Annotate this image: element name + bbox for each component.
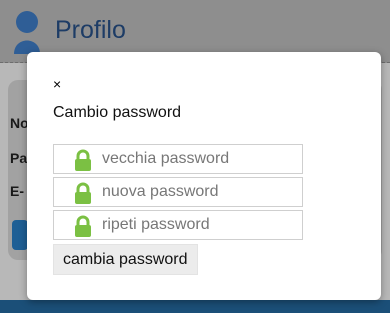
profile-label-password: Pa xyxy=(10,150,28,166)
new-password-input[interactable] xyxy=(102,178,298,206)
user-avatar-icon xyxy=(14,11,40,54)
profile-action-button xyxy=(12,220,28,250)
page-footer xyxy=(0,300,390,313)
lock-icon xyxy=(75,215,91,237)
change-password-modal: × Cambio password cambia password xyxy=(27,52,381,300)
repeat-password-field xyxy=(53,210,303,240)
repeat-password-input[interactable] xyxy=(102,211,298,239)
lock-icon xyxy=(75,182,91,204)
lock-icon xyxy=(75,149,91,171)
profile-label-email: E- xyxy=(10,183,24,199)
close-button[interactable]: × xyxy=(53,76,61,92)
old-password-field xyxy=(53,144,303,174)
page-title: Profilo xyxy=(55,16,126,44)
modal-title: Cambio password xyxy=(53,104,182,121)
profile-label-name: No xyxy=(10,115,29,131)
change-password-button[interactable]: cambia password xyxy=(53,244,198,275)
old-password-input[interactable] xyxy=(102,145,298,173)
new-password-field xyxy=(53,177,303,207)
